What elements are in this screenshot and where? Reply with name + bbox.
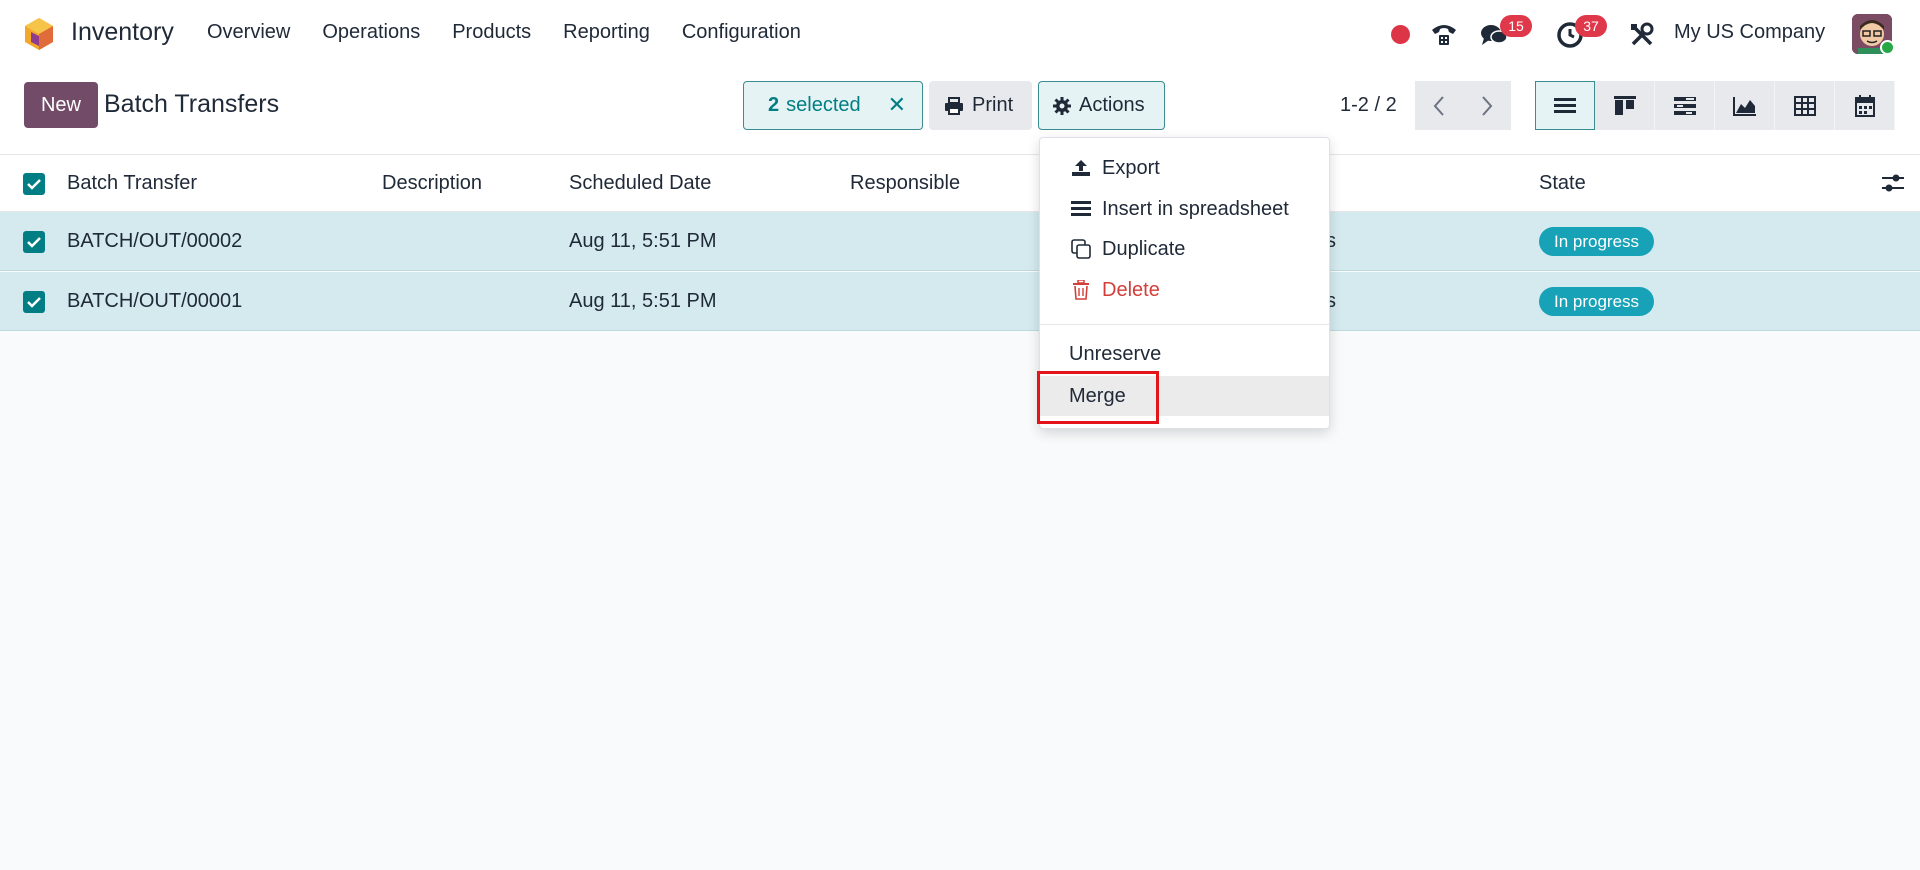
menu-item-products[interactable]: Products <box>452 21 531 44</box>
select-all-checkbox[interactable] <box>23 173 45 195</box>
tools-icon[interactable] <box>1627 20 1657 50</box>
table-header: Batch Transfer Description Scheduled Dat… <box>0 155 1920 212</box>
pager-value[interactable]: 1-2 / 2 <box>1340 94 1397 117</box>
trash-icon <box>1070 279 1092 301</box>
selected-count: 2 <box>768 94 780 116</box>
menu-item-delete[interactable]: Delete <box>1040 270 1329 310</box>
menu-divider <box>1040 324 1329 325</box>
cell-batch-transfer: BATCH/OUT/00002 <box>67 230 243 252</box>
unselect-all-icon[interactable]: ✕ <box>888 92 906 118</box>
table-row[interactable]: BATCH/OUT/00001 Aug 11, 5:51 PM s In pro… <box>0 272 1920 331</box>
actions-button[interactable]: Actions <box>1038 81 1165 130</box>
column-header-responsible[interactable]: Responsible <box>850 172 960 195</box>
table-row[interactable]: BATCH/OUT/00002 Aug 11, 5:51 PM s In pro… <box>0 212 1920 271</box>
chevron-left-icon <box>1433 95 1444 116</box>
menu-item-configuration[interactable]: Configuration <box>682 21 801 44</box>
row-checkbox[interactable] <box>23 291 45 313</box>
main-menu: Overview Operations Products Reporting C… <box>207 21 801 44</box>
pager-next-button[interactable] <box>1463 81 1511 130</box>
kanban-view-button[interactable] <box>1595 81 1655 130</box>
menu-item-label: Export <box>1102 157 1160 179</box>
column-header-batch-transfer[interactable]: Batch Transfer <box>67 172 197 195</box>
check-icon <box>27 237 41 248</box>
control-panel: New Batch Transfers 2 selected ✕ Print A… <box>0 68 1920 155</box>
page-title[interactable]: Batch Transfers <box>104 90 279 119</box>
menu-item-export[interactable]: Export <box>1040 148 1329 188</box>
menu-item-insert-in-spreadsheet[interactable]: Insert in spreadsheet <box>1040 189 1329 229</box>
calendar-icon <box>1854 94 1875 117</box>
selected-label: selected <box>786 94 861 116</box>
pager-previous-button[interactable] <box>1415 81 1463 130</box>
optional-columns-toggle-icon[interactable] <box>1882 173 1904 199</box>
menu-item-duplicate[interactable]: Duplicate <box>1040 229 1329 269</box>
phone-icon[interactable] <box>1429 20 1459 50</box>
activities-badge: 37 <box>1575 15 1607 37</box>
cell-batch-transfer: BATCH/OUT/00001 <box>67 290 243 312</box>
check-icon <box>27 179 41 190</box>
pivot-view-button[interactable] <box>1775 81 1835 130</box>
gantt-view-button[interactable] <box>1655 81 1715 130</box>
state-badge: In progress <box>1539 287 1655 316</box>
cell-scheduled-date: Aug 11, 5:51 PM <box>569 290 717 312</box>
new-button[interactable]: New <box>24 82 98 128</box>
state-badge: In progress <box>1539 227 1655 256</box>
calendar-view-button[interactable] <box>1835 81 1895 130</box>
gantt-view-icon <box>1673 96 1696 115</box>
column-header-state[interactable]: State <box>1539 172 1586 195</box>
check-icon <box>27 297 41 308</box>
recording-dot-icon[interactable] <box>1391 25 1410 44</box>
menu-item-overview[interactable]: Overview <box>207 21 290 44</box>
list-view-icon <box>1554 97 1576 113</box>
app-name[interactable]: Inventory <box>71 18 174 47</box>
upload-icon <box>1070 157 1092 179</box>
menu-item-unreserve[interactable]: Unreserve <box>1040 334 1329 374</box>
column-header-description[interactable]: Description <box>382 172 482 195</box>
cell-scheduled-date: Aug 11, 5:51 PM <box>569 230 717 252</box>
menu-item-reporting[interactable]: Reporting <box>563 21 650 44</box>
print-icon <box>945 96 963 115</box>
list-icon <box>1070 198 1092 220</box>
view-switcher <box>1535 81 1895 130</box>
graph-view-button[interactable] <box>1715 81 1775 130</box>
gear-icon <box>1053 96 1071 115</box>
kanban-view-icon <box>1613 95 1636 115</box>
inventory-app-icon[interactable] <box>22 16 56 52</box>
list-view-button[interactable] <box>1535 81 1595 130</box>
print-label: Print <box>972 94 1014 116</box>
row-checkbox[interactable] <box>23 231 45 253</box>
pivot-table-icon <box>1793 95 1816 116</box>
top-navbar: Inventory Overview Operations Products R… <box>0 0 1920 68</box>
menu-item-label: Insert in spreadsheet <box>1102 198 1289 220</box>
chevron-right-icon <box>1482 95 1493 116</box>
area-chart-icon <box>1732 96 1756 116</box>
menu-item-operations[interactable]: Operations <box>322 21 420 44</box>
company-switcher[interactable]: My US Company <box>1674 21 1825 44</box>
menu-item-label: Delete <box>1102 279 1160 301</box>
actions-label: Actions <box>1079 94 1145 116</box>
messages-badge: 15 <box>1500 15 1532 37</box>
menu-item-label: Duplicate <box>1102 238 1186 260</box>
online-status-indicator <box>1880 40 1895 55</box>
merge-highlight-annotation <box>1037 371 1159 424</box>
menu-item-label: Unreserve <box>1069 343 1162 365</box>
print-button[interactable]: Print <box>929 81 1032 130</box>
column-header-scheduled-date[interactable]: Scheduled Date <box>569 172 711 195</box>
selection-indicator: 2 selected ✕ <box>743 81 923 130</box>
copy-icon <box>1070 238 1092 260</box>
